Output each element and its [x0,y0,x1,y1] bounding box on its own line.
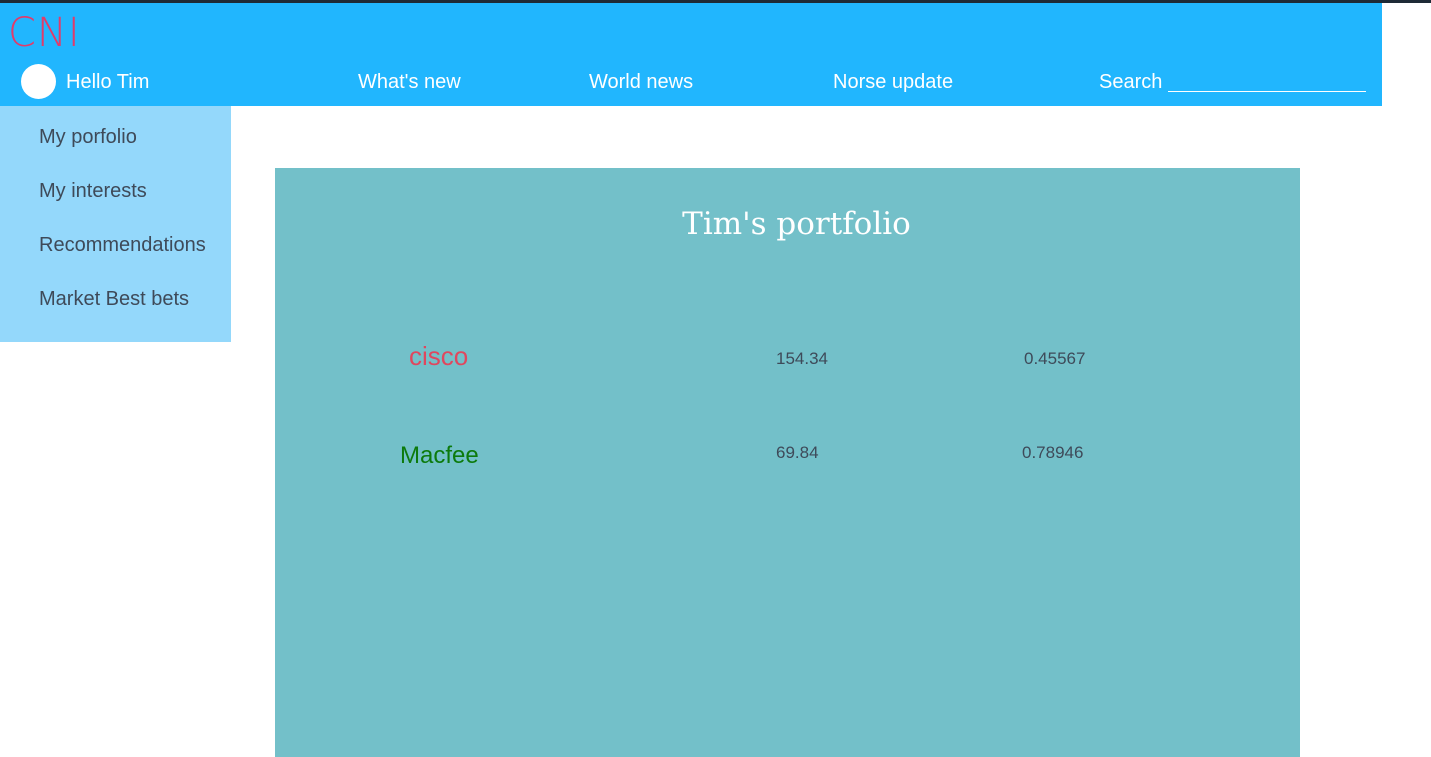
search-input[interactable] [1168,69,1366,92]
top-header: CNI Hello Tim What's new World news Nors… [0,3,1382,106]
user-greeting: Hello Tim [66,71,150,93]
stock-ratio: 0.78946 [1022,443,1084,462]
sidebar: My porfolio My interests Recommendations… [0,106,231,342]
brand-logo[interactable]: CNI [8,11,81,55]
portfolio-panel: Tim's portfolio cisco 154.34 0.45567 Mac… [275,168,1300,757]
stock-ratio: 0.45567 [1024,349,1086,368]
sidebar-item-my-portfolio[interactable]: My porfolio [39,125,137,149]
stock-name: cisco [409,341,469,371]
avatar[interactable] [21,64,56,99]
sidebar-item-market-best-bets[interactable]: Market Best bets [39,287,189,311]
sidebar-item-my-interests[interactable]: My interests [39,179,147,203]
nav-norse-update[interactable]: Norse update [833,70,953,94]
stock-price: 69.84 [776,443,819,462]
panel-title: Tim's portfolio [682,206,911,242]
sidebar-item-recommendations[interactable]: Recommendations [39,233,206,257]
nav-whats-new[interactable]: What's new [358,70,461,94]
stock-price: 154.34 [776,349,828,368]
nav-world-news[interactable]: World news [589,70,693,94]
stock-name: Macfee [400,442,479,469]
search-label: Search [1099,71,1163,93]
